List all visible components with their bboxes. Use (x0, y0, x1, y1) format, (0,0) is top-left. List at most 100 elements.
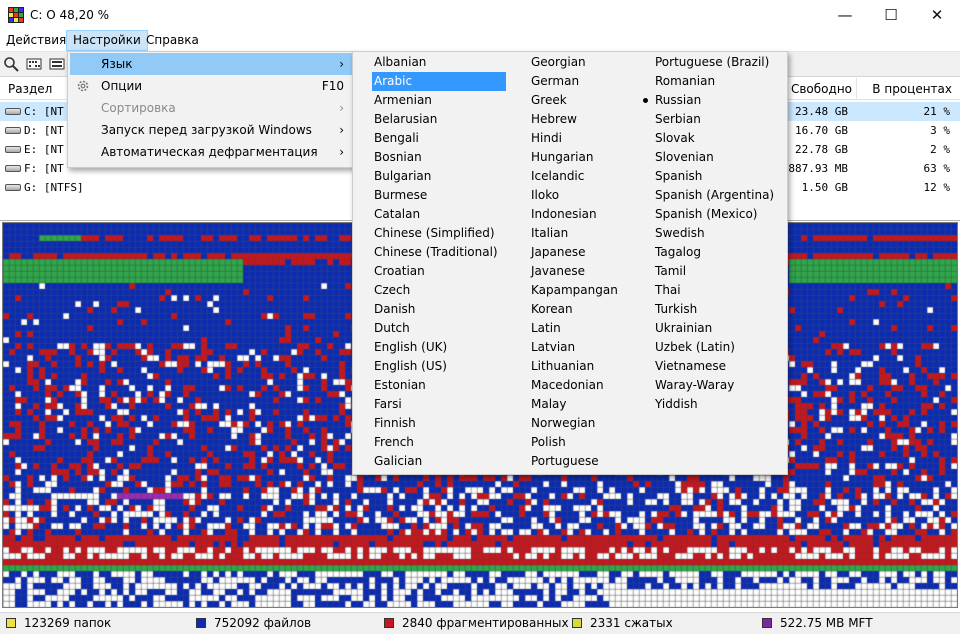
drive-label: G: [NTFS] (24, 181, 84, 194)
language-option-kapampangan[interactable]: Kapampangan (531, 281, 651, 300)
language-option-russian[interactable]: Russian (655, 91, 781, 110)
language-option-javanese[interactable]: Javanese (531, 262, 651, 281)
language-option-spanish-mexico[interactable]: Spanish (Mexico) (655, 205, 781, 224)
language-option-georgian[interactable]: Georgian (531, 53, 651, 72)
gear-icon (77, 80, 89, 92)
language-option-albanian[interactable]: Albanian (374, 53, 506, 72)
maximize-button[interactable]: ☐ (868, 0, 914, 30)
language-option-slovenian[interactable]: Slovenian (655, 148, 781, 167)
menu-settings[interactable]: Настройки (66, 30, 148, 51)
language-option-galician[interactable]: Galician (374, 452, 506, 471)
menu-item-language[interactable]: Язык › (70, 53, 352, 75)
language-option-chinese-traditional[interactable]: Chinese (Traditional) (374, 243, 506, 262)
language-option-uzbek-latin[interactable]: Uzbek (Latin) (655, 338, 781, 357)
language-option-chinese-simplified[interactable]: Chinese (Simplified) (374, 224, 506, 243)
language-option-serbian[interactable]: Serbian (655, 110, 781, 129)
language-option-french[interactable]: French (374, 433, 506, 452)
chevron-right-icon: › (339, 57, 344, 71)
language-option-dutch[interactable]: Dutch (374, 319, 506, 338)
legend-swatch-fragmented (384, 618, 394, 628)
menu-item-options[interactable]: Опции F10 (70, 75, 352, 97)
chevron-right-icon: › (339, 101, 344, 115)
hard-drive-icon (5, 127, 21, 134)
language-option-catalan[interactable]: Catalan (374, 205, 506, 224)
percent-value: 3 % (930, 124, 950, 137)
status-fragmented: 2840 фрагментированных (384, 615, 569, 632)
language-option-farsi[interactable]: Farsi (374, 395, 506, 414)
language-option-danish[interactable]: Danish (374, 300, 506, 319)
language-option-italian[interactable]: Italian (531, 224, 651, 243)
language-option-iloko[interactable]: Iloko (531, 186, 651, 205)
legend-swatch-mft (762, 618, 772, 628)
language-option-polish[interactable]: Polish (531, 433, 651, 452)
defrag-icon[interactable] (26, 56, 42, 72)
language-option-latvian[interactable]: Latvian (531, 338, 651, 357)
language-option-yiddish[interactable]: Yiddish (655, 395, 781, 414)
language-option-estonian[interactable]: Estonian (374, 376, 506, 395)
menu-item-boot-time[interactable]: Запуск перед загрузкой Windows › (70, 119, 352, 141)
language-option-swedish[interactable]: Swedish (655, 224, 781, 243)
menu-item-sorting: Сортировка › (70, 97, 352, 119)
language-option-bengali[interactable]: Bengali (374, 129, 506, 148)
legend-swatch-files (196, 618, 206, 628)
search-icon[interactable] (3, 56, 19, 72)
language-option-malay[interactable]: Malay (531, 395, 651, 414)
close-button[interactable]: ✕ (914, 0, 960, 30)
status-bar: 123269 папок 752092 файлов 2840 фрагмент… (0, 612, 960, 634)
language-option-indonesian[interactable]: Indonesian (531, 205, 651, 224)
language-option-hebrew[interactable]: Hebrew (531, 110, 651, 129)
column-header-free[interactable]: Свободно (787, 78, 857, 100)
language-option-korean[interactable]: Korean (531, 300, 651, 319)
column-header-percent[interactable]: В процентах (857, 78, 960, 100)
language-option-armenian[interactable]: Armenian (374, 91, 506, 110)
menu-help[interactable]: Справка (140, 30, 205, 50)
drive-label: F: [NT (24, 162, 64, 175)
language-option-hindi[interactable]: Hindi (531, 129, 651, 148)
language-option-portuguese[interactable]: Portuguese (531, 452, 651, 471)
language-option-bulgarian[interactable]: Bulgarian (374, 167, 506, 186)
language-option-waray-waray[interactable]: Waray-Waray (655, 376, 781, 395)
language-option-hungarian[interactable]: Hungarian (531, 148, 651, 167)
language-option-spanish[interactable]: Spanish (655, 167, 781, 186)
language-option-japanese[interactable]: Japanese (531, 243, 651, 262)
disk-map-icon[interactable] (49, 56, 65, 72)
hard-drive-icon (5, 184, 21, 191)
drive-label: E: [NT (24, 143, 64, 156)
hard-drive-icon (5, 146, 21, 153)
language-option-turkish[interactable]: Turkish (655, 300, 781, 319)
language-option-czech[interactable]: Czech (374, 281, 506, 300)
language-option-ukrainian[interactable]: Ukrainian (655, 319, 781, 338)
language-option-croatian[interactable]: Croatian (374, 262, 506, 281)
language-option-spanish-argentina[interactable]: Spanish (Argentina) (655, 186, 781, 205)
language-option-portuguese-brazil[interactable]: Portuguese (Brazil) (655, 53, 781, 72)
language-option-belarusian[interactable]: Belarusian (374, 110, 506, 129)
language-option-german[interactable]: German (531, 72, 651, 91)
language-option-latin[interactable]: Latin (531, 319, 651, 338)
language-option-lithuanian[interactable]: Lithuanian (531, 357, 651, 376)
free-space: 22.78 GB (795, 143, 848, 156)
language-option-romanian[interactable]: Romanian (655, 72, 781, 91)
menu-actions[interactable]: Действия (0, 30, 72, 50)
percent-value: 2 % (930, 143, 950, 156)
minimize-button[interactable]: — (822, 0, 868, 30)
language-option-tagalog[interactable]: Tagalog (655, 243, 781, 262)
language-option-tamil[interactable]: Tamil (655, 262, 781, 281)
language-option-slovak[interactable]: Slovak (655, 129, 781, 148)
language-option-norwegian[interactable]: Norwegian (531, 414, 651, 433)
free-space: 887.93 MB (788, 162, 848, 175)
status-mft: 522.75 MB MFT (762, 615, 873, 632)
language-option-burmese[interactable]: Burmese (374, 186, 506, 205)
language-option-english-us[interactable]: English (US) (374, 357, 506, 376)
language-option-english-uk[interactable]: English (UK) (374, 338, 506, 357)
menu-item-auto-defrag[interactable]: Автоматическая дефрагментация › (70, 141, 352, 163)
language-option-thai[interactable]: Thai (655, 281, 781, 300)
language-option-icelandic[interactable]: Icelandic (531, 167, 651, 186)
language-option-macedonian[interactable]: Macedonian (531, 376, 651, 395)
legend-swatch-compressed (572, 618, 582, 628)
language-option-finnish[interactable]: Finnish (374, 414, 506, 433)
hard-drive-icon (5, 108, 21, 115)
language-option-arabic[interactable]: Arabic (372, 72, 506, 91)
language-option-vietnamese[interactable]: Vietnamese (655, 357, 781, 376)
language-option-greek[interactable]: Greek (531, 91, 651, 110)
language-option-bosnian[interactable]: Bosnian (374, 148, 506, 167)
